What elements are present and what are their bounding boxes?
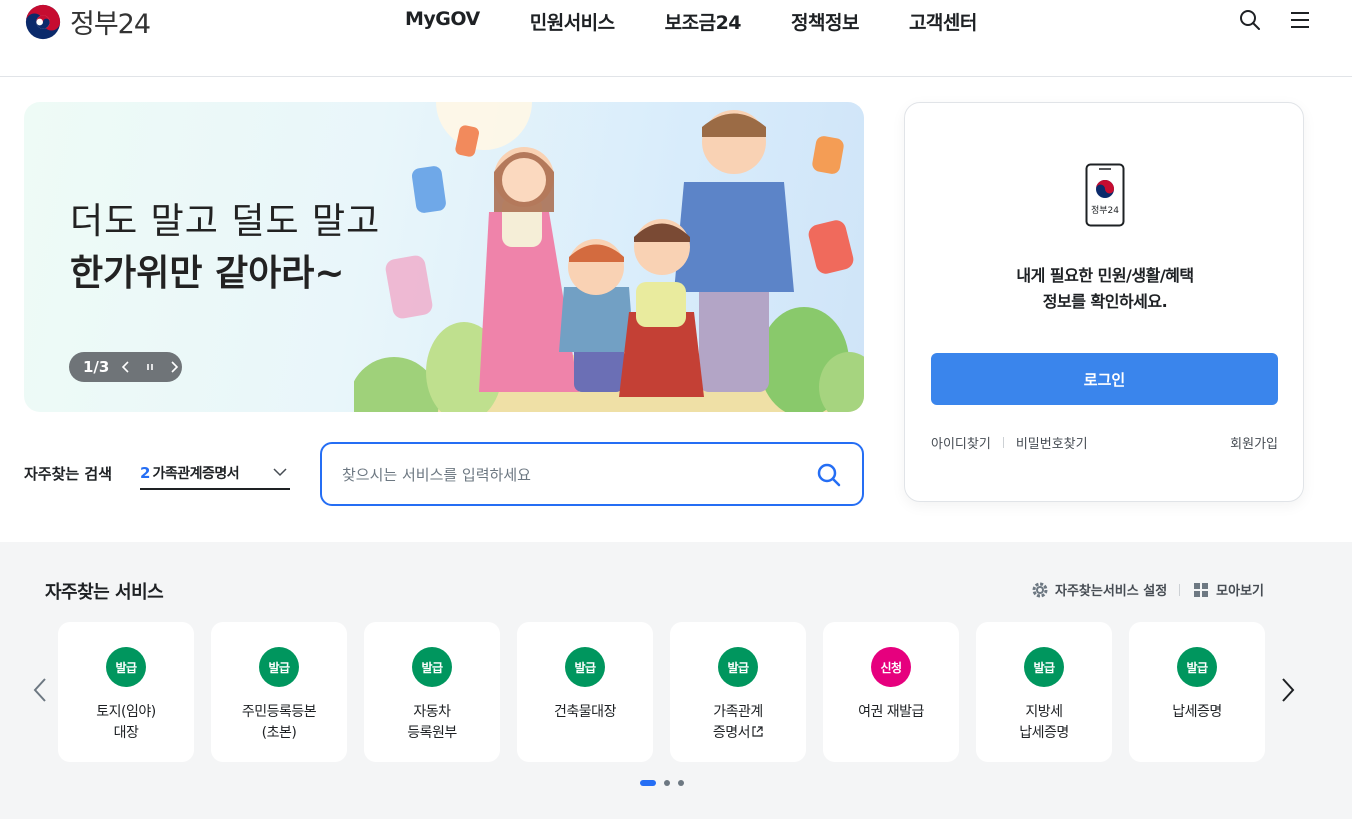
nav-policy-info[interactable]: 정책정보 [791,8,859,35]
service-card-tax-certificate[interactable]: 발급 납세증명 [1129,622,1265,762]
view-all-button[interactable]: 모아보기 [1192,580,1264,599]
chevron-right-icon[interactable] [1278,676,1298,704]
favorite-search-rank: 2 [140,464,151,482]
phone-label: 정부24 [1091,205,1119,216]
divider [1002,437,1004,448]
login-card: 정부24 내게 필요한 민원/생활/혜택 정보를 확인하세요. 로그인 아이디찾… [904,102,1304,502]
find-password-link[interactable]: 비밀번호찾기 [1016,433,1088,452]
pagination-dot-2[interactable] [664,780,670,786]
chevron-left-icon[interactable] [119,360,133,374]
service-settings-label: 자주찾는서비스 설정 [1054,584,1168,599]
frequent-services-section: 자주찾는 서비스 자주찾는서비스 설정 모아보기 발급 토지(임야) 대장 발급… [0,542,1352,819]
favorite-search-term: 가족관계증명서 [152,466,240,482]
section-title: 자주찾는 서비스 [45,582,164,603]
logo[interactable]: 정부24 [24,2,151,41]
issue-badge: 발급 [412,647,452,687]
service-card-land-register[interactable]: 발급 토지(임야) 대장 [58,622,194,762]
service-label: 가족관계 증명서 [670,702,806,744]
nav-civil-services[interactable]: 민원서비스 [530,8,615,35]
gear-icon [1032,582,1048,597]
service-label: 자동차 등록원부 [407,704,457,741]
favorite-search-label: 자주찾는 검색 [24,465,113,483]
service-settings-button[interactable]: 자주찾는서비스 설정 [1031,580,1167,599]
service-card-local-tax-certificate[interactable]: 발급 지방세 납세증명 [976,622,1112,762]
banner-title-line2: 한가위만 같아라~ [70,253,345,294]
pagination-dot-1[interactable] [640,780,656,786]
issue-badge: 발급 [565,647,605,687]
main-nav: MyGOV 민원서비스 보조금24 정책정보 고객센터 [405,8,1027,35]
service-label: 지방세 납세증명 [1019,704,1069,741]
service-cards: 발급 토지(임야) 대장 발급 주민등록등본 (초본) 발급 자동차 등록원부 … [58,622,1265,762]
menu-icon[interactable] [1288,8,1312,32]
banner-counter: 1/3 [83,358,110,376]
issue-badge: 발급 [106,647,146,687]
mobile-phone-icon: 정부24 [1085,163,1125,227]
logo-text: 정부24 [70,9,151,40]
carousel-pagination [640,780,684,786]
nav-customer-center[interactable]: 고객센터 [909,8,977,35]
pagination-dot-3[interactable] [678,780,684,786]
view-all-label: 모아보기 [1216,584,1264,599]
service-card-vehicle-register[interactable]: 발급 자동차 등록원부 [364,622,500,762]
favorite-search-dropdown[interactable]: 2 가족관계증명서 [140,458,290,490]
search-icon[interactable] [816,462,842,488]
service-label: 토지(임야) 대장 [96,704,156,741]
issue-badge: 발급 [1177,647,1217,687]
banner-title-line1: 더도 말고 덜도 말고 [70,201,381,242]
service-label: 여권 재발급 [858,704,924,720]
service-search-box [320,442,864,506]
family-hanbok-illustration [354,102,864,412]
find-id-link[interactable]: 아이디찾기 [931,433,991,452]
service-label: 건축물대장 [554,704,616,720]
pause-icon[interactable] [143,360,157,374]
login-message-line2: 정보를 확인하세요. [1042,292,1168,311]
service-search-input[interactable] [342,462,802,488]
login-message: 내게 필요한 민원/생활/혜택 정보를 확인하세요. [905,263,1305,315]
login-links: 아이디찾기 비밀번호찾기 회원가입 [931,433,1278,452]
service-label: 납세증명 [1172,704,1222,720]
issue-badge: 발급 [259,647,299,687]
banner-controls: 1/3 [69,352,182,382]
issue-badge: 발급 [1024,647,1064,687]
signup-link[interactable]: 회원가입 [1230,433,1278,452]
grid-icon [1194,582,1209,597]
taegeuk-logo-icon [25,4,61,39]
services-tools: 자주찾는서비스 설정 모아보기 [1031,580,1264,599]
divider [1179,583,1181,596]
service-card-resident-registration[interactable]: 발급 주민등록등본 (초본) [211,622,347,762]
nav-subsidy[interactable]: 보조금24 [665,8,742,35]
issue-badge: 발급 [718,647,758,687]
nav-mygov[interactable]: MyGOV [405,8,480,35]
header-actions [1238,8,1312,32]
hero-banner[interactable]: 더도 말고 덜도 말고 한가위만 같아라~ 1/3 [24,102,864,412]
chevron-left-icon[interactable] [30,676,50,704]
search-icon[interactable] [1238,8,1262,32]
login-message-line1: 내게 필요한 민원/생활/혜택 [1016,266,1194,285]
chevron-right-icon[interactable] [167,360,181,374]
chevron-down-icon [273,468,287,477]
apply-badge: 신청 [871,647,911,687]
service-card-passport-reissue[interactable]: 신청 여권 재발급 [823,622,959,762]
service-label: 주민등록등본 (초본) [241,704,317,741]
service-card-building-register[interactable]: 발급 건축물대장 [517,622,653,762]
service-card-family-certificate[interactable]: 발급 가족관계 증명서 [670,622,806,762]
login-button[interactable]: 로그인 [931,353,1278,405]
header: 정부24 MyGOV 민원서비스 보조금24 정책정보 고객센터 [0,0,1352,77]
external-link-icon [752,726,763,737]
